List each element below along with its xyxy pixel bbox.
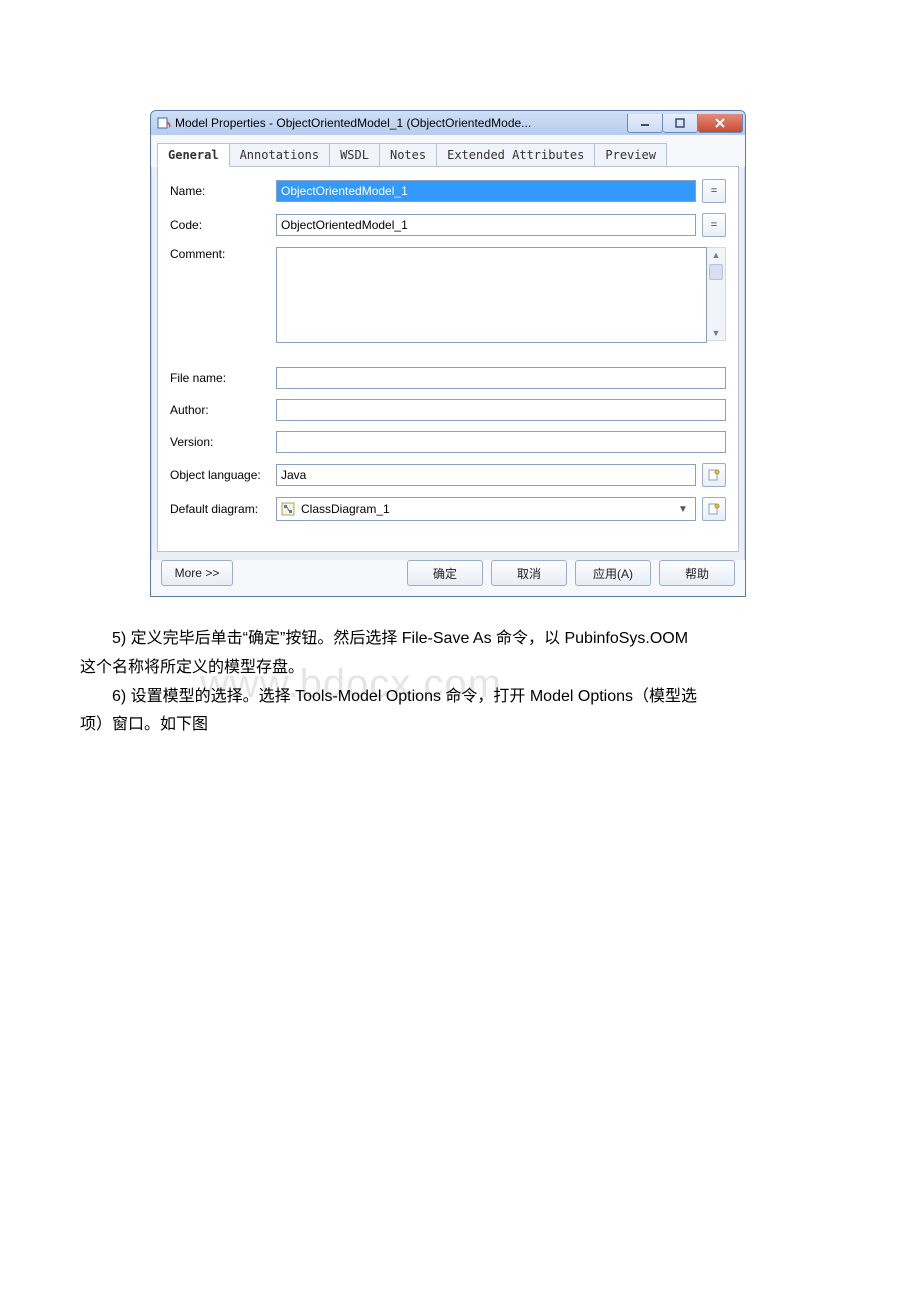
scroll-up-icon[interactable]: ▲ — [707, 248, 725, 262]
general-panel: Name: = Code: = Comment: — [157, 167, 739, 552]
row-object-language: Object language: — [170, 463, 726, 487]
comment-textarea[interactable] — [276, 247, 707, 343]
label-object-language: Object language: — [170, 468, 276, 482]
ok-button[interactable]: 确定 — [407, 560, 483, 586]
paragraph-6-line1: 6) 设置模型的选择。选择 Tools-Model Options 命令，打开 … — [80, 683, 840, 712]
name-sync-button[interactable]: = — [702, 179, 726, 203]
help-button[interactable]: 帮助 — [659, 560, 735, 586]
properties-icon — [707, 502, 721, 516]
version-input[interactable] — [276, 431, 726, 453]
code-sync-button[interactable]: = — [702, 213, 726, 237]
comment-scrollbar[interactable]: ▲ ▼ — [707, 247, 726, 341]
titlebar[interactable]: Model Properties - ObjectOrientedModel_1… — [151, 111, 745, 135]
label-version: Version: — [170, 435, 276, 449]
properties-icon — [707, 468, 721, 482]
label-code: Code: — [170, 218, 276, 232]
label-comment: Comment: — [170, 247, 276, 261]
more-button[interactable]: More >> — [161, 560, 233, 586]
tab-strip: General Annotations WSDL Notes Extended … — [151, 135, 745, 167]
tabs: General Annotations WSDL Notes Extended … — [157, 143, 739, 167]
paragraph-5-line1: 5) 定义完毕后单击“确定”按钮。然后选择 File-Save As 命令，以 … — [80, 625, 840, 654]
row-name: Name: = — [170, 179, 726, 203]
tab-notes[interactable]: Notes — [379, 143, 437, 166]
object-language-browse-button[interactable] — [702, 463, 726, 487]
window-controls — [627, 114, 743, 133]
default-diagram-combo[interactable]: ClassDiagram_1 ▼ — [276, 497, 696, 521]
row-version: Version: — [170, 431, 726, 453]
close-button[interactable] — [698, 114, 743, 133]
row-default-diagram: Default diagram: Class — [170, 497, 726, 521]
app-icon — [157, 116, 171, 130]
row-author: Author: — [170, 399, 726, 421]
object-language-input[interactable] — [276, 464, 696, 486]
page: Model Properties - ObjectOrientedModel_1… — [0, 110, 920, 740]
dialog-container: Model Properties - ObjectOrientedModel_1… — [150, 110, 746, 597]
name-input[interactable] — [276, 180, 696, 202]
minimize-button[interactable] — [627, 114, 663, 133]
label-author: Author: — [170, 403, 276, 417]
label-default-diagram: Default diagram: — [170, 502, 276, 516]
model-properties-dialog: Model Properties - ObjectOrientedModel_1… — [150, 110, 746, 597]
scroll-thumb[interactable] — [709, 264, 723, 280]
code-input[interactable] — [276, 214, 696, 236]
apply-button[interactable]: 应用(A) — [575, 560, 651, 586]
row-code: Code: = — [170, 213, 726, 237]
row-comment: Comment: ▲ ▼ — [170, 247, 726, 343]
row-filename: File name: — [170, 367, 726, 389]
tab-wsdl[interactable]: WSDL — [329, 143, 380, 166]
cancel-button[interactable]: 取消 — [491, 560, 567, 586]
chevron-down-icon[interactable]: ▼ — [675, 504, 691, 515]
diagram-icon — [281, 502, 295, 516]
tab-extended-attributes[interactable]: Extended Attributes — [436, 143, 595, 166]
window-title: Model Properties - ObjectOrientedModel_1… — [175, 116, 627, 130]
maximize-button[interactable] — [663, 114, 698, 133]
label-name: Name: — [170, 184, 276, 198]
tab-general[interactable]: General — [157, 143, 230, 167]
scroll-down-icon[interactable]: ▼ — [707, 326, 725, 340]
tab-preview[interactable]: Preview — [594, 143, 667, 166]
tab-annotations[interactable]: Annotations — [229, 143, 330, 166]
filename-input[interactable] — [276, 367, 726, 389]
author-input[interactable] — [276, 399, 726, 421]
default-diagram-value: ClassDiagram_1 — [301, 502, 669, 516]
dialog-button-bar: More >> 确定 取消 应用(A) 帮助 — [151, 560, 745, 596]
label-filename: File name: — [170, 371, 276, 385]
paragraph-5-line2: 这个名称将所定义的模型存盘。 — [80, 654, 840, 683]
paragraph-6-line2: 项）窗口。如下图 — [80, 711, 840, 740]
body-text: 5) 定义完毕后单击“确定”按钮。然后选择 File-Save As 命令，以 … — [80, 625, 840, 740]
default-diagram-browse-button[interactable] — [702, 497, 726, 521]
